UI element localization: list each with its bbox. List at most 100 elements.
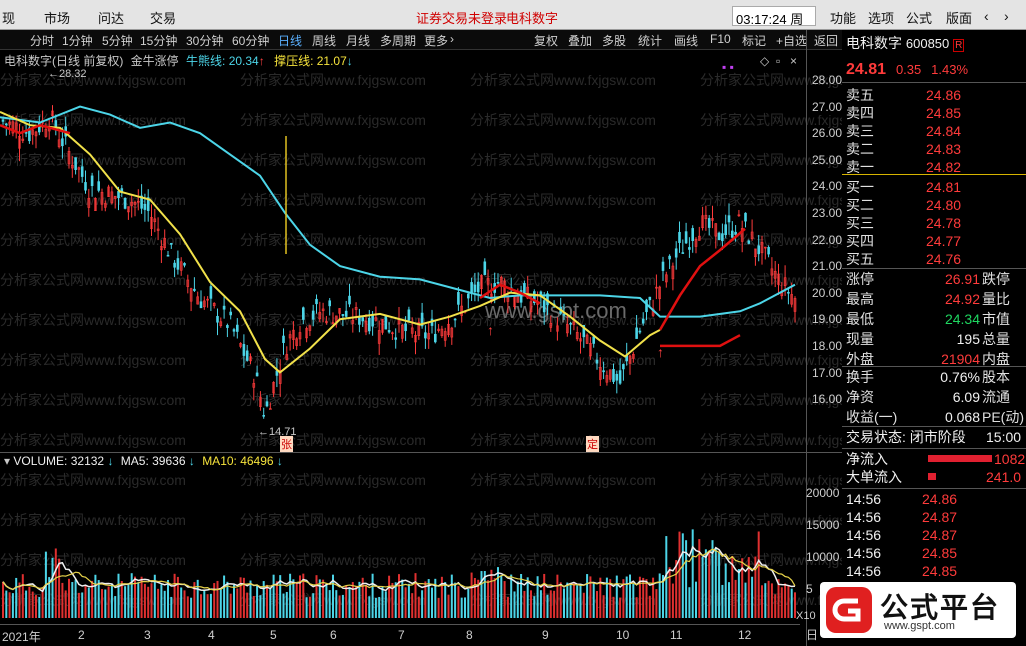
event-marker[interactable]: 张 [280,436,293,452]
bid-level-row[interactable]: 买一 24.81 [846,178,1022,196]
tool-multi-stock[interactable]: 多股 [602,32,626,49]
period-tab-60min[interactable]: 60分钟 [232,32,269,49]
tool-mark[interactable]: 标记 [742,32,766,49]
period-tab-multi[interactable]: 多周期 [380,32,416,49]
tool-f10[interactable]: F10 [710,32,731,46]
candle-body [569,322,572,325]
candle-body [193,288,196,291]
volume-bar [421,590,424,618]
candle-body [757,245,761,255]
tool-overlay[interactable]: 叠加 [568,32,592,49]
period-tab-15min[interactable]: 15分钟 [140,32,177,49]
period-tab-timeshare[interactable]: 分时 [30,32,54,49]
volume-bar [223,575,226,618]
bid-level-row[interactable]: 买三 24.78 [846,214,1022,232]
chart-indicator-name[interactable]: 金牛涨停 [131,54,179,68]
tool-statistics[interactable]: 统计 [638,32,662,49]
volume-bar [398,574,400,618]
volume-bar [520,574,523,618]
volume-bar [497,567,499,618]
period-tab-30min[interactable]: 30分钟 [186,32,223,49]
volume-bar [15,577,18,618]
volume-bar [124,586,127,618]
volume-bar [708,552,711,618]
volume-bar [348,587,351,618]
chevron-right-icon[interactable]: › [450,32,454,46]
volume-bar [675,560,678,618]
tool-return[interactable]: 返回 [814,32,838,49]
forward-arrow-icon[interactable]: › [1004,8,1009,24]
bigflow-row[interactable]: 大单流入 241.0 [846,468,1026,486]
period-tab-weekly[interactable]: 周线 [312,32,336,49]
panel-stock-name: 电科数字 [846,35,902,51]
candle-body [348,295,351,305]
tick-row: 14:56 24.85 [846,544,1016,562]
bid-level-row[interactable]: 买四 24.77 [846,232,1022,250]
diamond-icon[interactable]: ◇ [760,54,769,68]
tick-price: 24.85 [922,545,958,561]
ask-level-row[interactable]: 卖四 24.85 [846,104,1022,122]
down-arrow-icon: ↓ [276,454,283,468]
period-tab-more[interactable]: 更多 [424,32,448,49]
bid-level-row[interactable]: 买五 24.76 [846,250,1022,268]
login-warning[interactable]: 证券交易未登录 [416,8,507,27]
period-tab-daily[interactable]: 日线 [278,32,302,49]
volume-bar [625,576,628,618]
down-arrow-icon: ↓ [346,54,353,68]
tool-add-watchlist[interactable]: +自选 [776,32,807,49]
volume-bar [480,571,483,618]
volume-bar [272,574,275,618]
volume-bar [38,597,41,618]
arrow-indicator-icon: ← [258,426,269,438]
volume-unit: X10 [796,610,816,622]
stat-label-2: 股本 [982,369,1010,385]
period-tab-5min[interactable]: 5分钟 [102,32,133,49]
menu-item-function[interactable]: 功能 [830,8,856,27]
candle-body [328,300,332,307]
buy-arrow-icon: ↑ [657,344,664,360]
volume-bar [54,548,57,618]
volume-bar [704,549,707,618]
period-tab-monthly[interactable]: 月线 [346,32,370,49]
candle-body [618,370,622,384]
ask-level-row[interactable]: 卖三 24.84 [846,122,1022,140]
tool-draw-line[interactable]: 画线 [674,32,698,49]
menu-item-market[interactable]: 市场 [44,8,70,27]
close-icon[interactable]: × [790,54,797,68]
menu-item-formula[interactable]: 公式 [906,8,932,27]
back-arrow-icon[interactable]: ‹ [984,8,989,24]
menu-item-layout[interactable]: 版面 [946,8,972,27]
tool-fuquan[interactable]: 复权 [534,32,558,49]
candlestick-chart[interactable] [0,68,800,452]
volume-bar [645,579,648,618]
menu-item-trade[interactable]: 交易 [150,8,176,27]
volume-bar [157,588,160,618]
volume-bar [292,579,295,618]
arrow-indicator-icon: ← [48,68,59,80]
price-tick-label: 19.00 [812,312,843,327]
menu-item-wenda[interactable]: 问达 [98,8,124,27]
candle-body [688,247,691,250]
candle-body [648,296,652,301]
volume-bar [576,585,579,618]
stat-label-2: 量比 [982,291,1010,307]
volume-bar [371,573,374,618]
high-price-label: ←28.32 [48,68,87,80]
settings-icon[interactable]: ▫ [776,54,780,68]
bid-level-row[interactable]: 买二 24.80 [846,196,1022,214]
ask-level-row[interactable]: 卖五 24.86 [846,86,1022,104]
volume-bar [503,581,506,618]
volume-bar [209,593,212,618]
ask-level-row[interactable]: 卖二 24.83 [846,140,1022,158]
candle-body [674,248,678,258]
volume-toggle-icon[interactable]: ▾ [4,454,10,468]
trade-time: 15:00 [986,429,1022,445]
menu-item-options[interactable]: 选项 [868,8,894,27]
netflow-row[interactable]: 净流入 1082 [846,450,1026,468]
menu-item-view[interactable]: 现 [2,8,15,27]
event-marker[interactable]: 定 [586,436,599,452]
period-tab-1min[interactable]: 1分钟 [62,32,93,49]
volume-chart[interactable] [0,470,800,620]
volume-bar [226,581,229,618]
price-tick-label: 26.00 [812,126,843,141]
